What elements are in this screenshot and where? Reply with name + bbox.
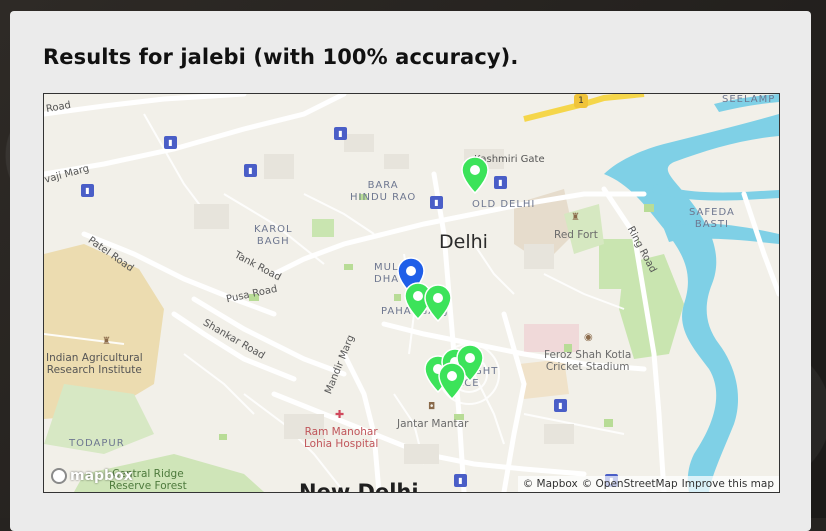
result-marker[interactable] — [438, 362, 466, 400]
mapbox-logo[interactable]: mapbox — [51, 468, 133, 484]
map-label-delhi: Delhi — [439, 231, 488, 253]
map-label-ram-manohar: Ram Manohar Lohia Hospital — [304, 426, 379, 451]
result-marker[interactable] — [461, 156, 489, 194]
attribution-osm-link[interactable]: © OpenStreetMap — [582, 478, 678, 490]
map-label-seelampur: SEELAMP — [722, 94, 776, 105]
metro-station-icon: ▮ — [334, 127, 347, 140]
stadium-icon: ◉ — [584, 332, 593, 343]
map-label-jantar-mantar: Jantar Mantar — [397, 418, 469, 430]
attribution-improve-link[interactable]: Improve this map — [682, 478, 774, 490]
map-label-karol-bagh: KAROL BAGH — [254, 224, 293, 247]
results-title: Results for jalebi (with 100% accuracy). — [43, 45, 519, 69]
metro-station-icon: ▮ — [454, 474, 467, 487]
landmark-icon: ♜ — [102, 336, 111, 347]
metro-station-icon: ▮ — [244, 164, 257, 177]
map-label-new-delhi: New Delhi — [299, 480, 419, 493]
metro-station-icon: ▮ — [554, 399, 567, 412]
camera-icon: ◘ — [428, 402, 436, 412]
highway-shield-icon: 1 — [574, 94, 588, 108]
map-label-feroz-shah: Feroz Shah Kotla Cricket Stadium — [544, 349, 632, 374]
metro-station-icon: ▮ — [430, 196, 443, 209]
map-attribution: © Mapbox © OpenStreetMap Improve this ma… — [517, 476, 779, 492]
map-label-safeda-basti: SAFEDA BASTI — [689, 207, 735, 230]
results-card: Results for jalebi (with 100% accuracy). — [10, 11, 811, 531]
result-marker[interactable] — [424, 284, 452, 322]
metro-station-icon: ▮ — [81, 184, 94, 197]
map-label-old-delhi: OLD DELHI — [472, 199, 536, 210]
hospital-icon: ✚ — [335, 408, 345, 421]
metro-station-icon: ▮ — [164, 136, 177, 149]
mapbox-logo-icon — [51, 468, 67, 484]
map-label-bara-hindu-rao: BARA HINDU RAO — [350, 180, 417, 203]
results-map[interactable]: ▮ ▮ ▮ ▮ ▮ ▮ ▮ ▮ ▮ 1 Road Kashmiri Gate S… — [43, 93, 780, 493]
map-label-todapur: TODAPUR — [69, 438, 125, 449]
map-label-multani-dhanda: MUL DHA — [374, 262, 400, 285]
metro-station-icon: ▮ — [494, 176, 507, 189]
map-label-red-fort: Red Fort — [554, 229, 598, 241]
attribution-mapbox-link[interactable]: © Mapbox — [523, 478, 578, 490]
map-label-indian-agricultural: Indian Agricultural Research Institute — [46, 352, 143, 377]
landmark-icon: ♜ — [571, 212, 580, 223]
mapbox-logo-text: mapbox — [70, 468, 133, 484]
